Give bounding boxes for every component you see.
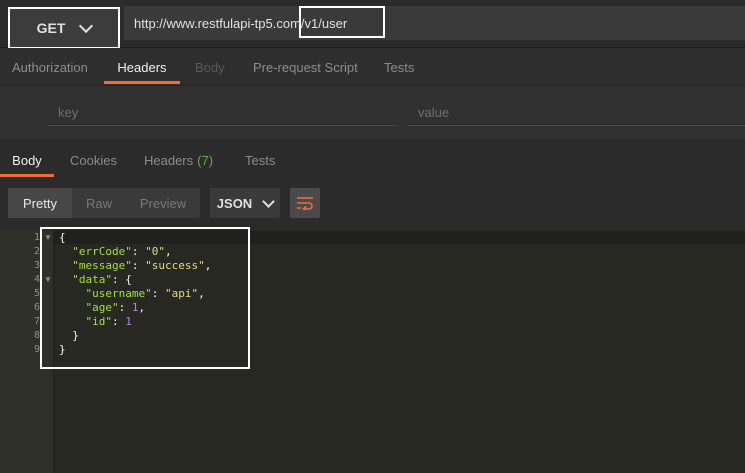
tab-pre-request-script[interactable]: Pre-request Script: [253, 48, 358, 86]
chevron-down-icon: [79, 18, 94, 33]
header-key-input[interactable]: key: [48, 99, 396, 126]
method-label: GET: [36, 20, 66, 36]
url-path-highlight-box: [299, 6, 385, 38]
format-label: JSON: [216, 195, 253, 211]
tab-response-headers[interactable]: Headers (7): [144, 141, 213, 179]
response-highlight-box: [40, 227, 250, 369]
headers-editor: key value: [0, 87, 745, 137]
request-tabs: Authorization Headers Body Pre-request S…: [0, 48, 745, 86]
headers-count-badge: (7): [197, 152, 214, 168]
tab-authorization[interactable]: Authorization: [12, 48, 88, 86]
method-dropdown[interactable]: GET: [8, 7, 120, 49]
active-tab-underline: [0, 174, 54, 177]
chevron-down-icon: [262, 194, 276, 208]
tab-cookies[interactable]: Cookies: [70, 141, 117, 179]
tab-headers[interactable]: Headers: [104, 48, 180, 86]
tab-response-tests[interactable]: Tests: [245, 141, 275, 179]
preview-button[interactable]: Preview: [126, 188, 200, 218]
format-dropdown[interactable]: JSON: [210, 188, 280, 218]
tab-response-body[interactable]: Body: [0, 141, 54, 179]
url-input[interactable]: http://www.restfulapi-tp5.com/v1/user: [124, 6, 745, 40]
wrap-lines-icon: [297, 197, 313, 210]
tab-body[interactable]: Body: [195, 48, 225, 86]
active-tab-underline: [104, 81, 180, 84]
response-tabs: Body Cookies Headers (7) Tests: [0, 140, 745, 178]
header-value-input[interactable]: value: [408, 99, 745, 126]
view-mode-group: Pretty Raw Preview: [8, 188, 200, 218]
wrap-lines-button[interactable]: [290, 188, 320, 218]
pretty-button[interactable]: Pretty: [8, 188, 72, 218]
tab-tests[interactable]: Tests: [384, 48, 414, 86]
raw-button[interactable]: Raw: [72, 188, 126, 218]
